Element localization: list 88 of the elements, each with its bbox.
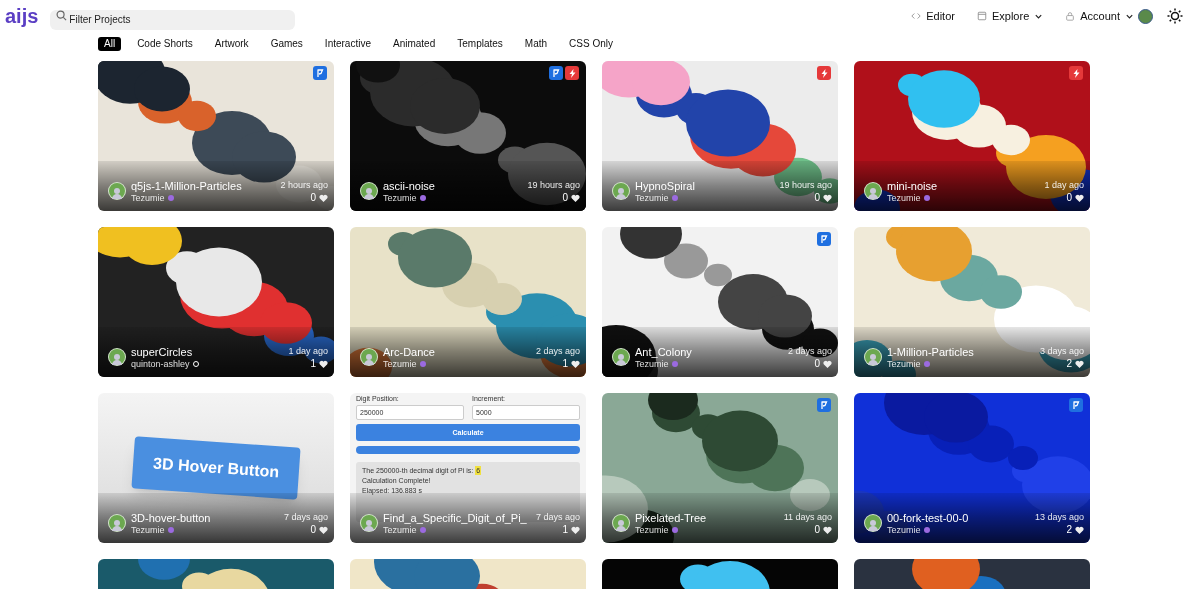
like-count: 0: [814, 358, 820, 370]
heart-icon[interactable]: [319, 194, 328, 202]
filter-tab[interactable]: Interactive: [318, 37, 377, 51]
author-name[interactable]: Tezumie: [635, 192, 669, 204]
heart-icon[interactable]: [823, 526, 832, 534]
window-icon: [976, 10, 987, 22]
like-count: 1: [310, 358, 316, 370]
hover-button-preview: 3D Hover Button: [131, 436, 301, 500]
project-card[interactable]: 00-fork-test-00-0 Tezumie 13 days ago 2: [854, 393, 1090, 543]
project-card[interactable]: mini-noise Tezumie 1 day ago 0: [854, 61, 1090, 211]
time-ago: 1 day ago: [1044, 179, 1084, 192]
filter-tab[interactable]: Artwork: [208, 37, 255, 51]
project-title[interactable]: superCircles: [131, 345, 284, 359]
project-title[interactable]: 1-Million-Particles: [887, 345, 1035, 359]
time-ago: 2 days ago: [535, 345, 580, 358]
time-ago: 1 day ago: [288, 345, 328, 358]
time-ago: 7 days ago: [535, 511, 580, 524]
like-count: 0: [1066, 192, 1072, 204]
filter-tab[interactable]: Animated: [387, 37, 442, 51]
project-title[interactable]: q5js-1-Million-Particles: [131, 179, 276, 193]
author-name[interactable]: Tezumie: [383, 524, 417, 536]
project-card[interactable]: Pixelated-Tree Tezumie 11 days ago 0: [602, 393, 838, 543]
author-name[interactable]: Tezumie: [131, 524, 165, 536]
project-card[interactable]: 3D Hover Button 3D-hover-button Tezumie 7 days ago 0: [98, 393, 334, 543]
author-name[interactable]: Tezumie: [887, 524, 921, 536]
heart-icon[interactable]: [1075, 526, 1084, 534]
heart-icon[interactable]: [1075, 194, 1084, 202]
project-card[interactable]: superCircles quinton-ashley 1 day ago 1: [98, 227, 334, 377]
filter-tab[interactable]: All: [98, 37, 122, 51]
search-icon: [56, 10, 68, 21]
like-count: 0: [814, 524, 820, 536]
project-card[interactable]: Arc-Dance Tezumie 2 days ago 1: [350, 227, 586, 377]
like-count: 0: [562, 192, 568, 204]
heart-icon[interactable]: [823, 360, 832, 368]
filter-tab[interactable]: CSS Only: [563, 37, 619, 51]
filter-tab[interactable]: Math: [518, 37, 554, 51]
project-title[interactable]: ascii-noise: [383, 179, 523, 193]
project-title[interactable]: HypnoSpiral: [635, 179, 775, 193]
nav-link[interactable]: Explore: [976, 7, 1044, 25]
nav-link[interactable]: Account: [1065, 7, 1134, 25]
time-ago: 7 days ago: [283, 511, 328, 524]
author-name[interactable]: Tezumie: [887, 192, 921, 204]
like-count: 1: [562, 358, 568, 370]
author-name[interactable]: quinton-ashley: [131, 358, 190, 370]
heart-icon[interactable]: [571, 360, 580, 368]
author-name[interactable]: Tezumie: [635, 524, 669, 536]
like-count: 1: [562, 524, 568, 536]
author-name[interactable]: Tezumie: [383, 358, 417, 370]
like-count: 0: [310, 524, 316, 536]
filter-tab[interactable]: Games: [264, 37, 309, 51]
project-card[interactable]: HypnoSpiral Tezumie 19 hours ago 0: [602, 61, 838, 211]
time-ago: 2 hours ago: [280, 179, 328, 192]
like-count: 0: [310, 192, 316, 204]
author-name[interactable]: Tezumie: [887, 358, 921, 370]
filter-tab[interactable]: Code Shorts: [131, 37, 199, 51]
time-ago: 19 hours ago: [779, 179, 832, 192]
code-icon: [911, 10, 922, 22]
author-name[interactable]: Tezumie: [635, 358, 669, 370]
project-title[interactable]: Pixelated-Tree: [635, 511, 779, 525]
search-field[interactable]: Filter Projects: [50, 9, 296, 30]
time-ago: 11 days ago: [783, 511, 832, 524]
like-count: 2: [1066, 524, 1072, 536]
sun-icon[interactable]: [1167, 8, 1183, 24]
heart-icon[interactable]: [1075, 360, 1084, 368]
author-name[interactable]: Tezumie: [131, 192, 165, 204]
project-title[interactable]: Arc-Dance: [383, 345, 531, 359]
time-ago: 3 days ago: [1039, 345, 1084, 358]
lock-icon: [1065, 10, 1076, 22]
project-card[interactable]: 1-Million-Particles Tezumie 3 days ago 2: [854, 227, 1090, 377]
project-card[interactable]: ascii-noise Tezumie 19 hours ago 0: [350, 61, 586, 211]
project-title[interactable]: mini-noise: [887, 179, 1040, 193]
heart-icon[interactable]: [571, 526, 580, 534]
heart-icon[interactable]: [319, 360, 328, 368]
heart-icon[interactable]: [571, 194, 580, 202]
project-card[interactable]: q5js-1-Million-Particles Tezumie 2 hours ago 0: [98, 61, 334, 211]
heart-icon[interactable]: [319, 526, 328, 534]
project-title[interactable]: 3D-hover-button: [131, 511, 279, 525]
heart-icon[interactable]: [823, 194, 832, 202]
project-title[interactable]: 00-fork-test-00-0: [887, 511, 1030, 525]
project-title[interactable]: Find_a_Specific_Digit_of_Pi_: [383, 511, 531, 525]
time-ago: 13 days ago: [1034, 511, 1084, 524]
time-ago: 19 hours ago: [527, 179, 580, 192]
like-count: 0: [814, 192, 820, 204]
logo[interactable]: aijs: [5, 1, 39, 31]
filter-tab[interactable]: Templates: [451, 37, 509, 51]
nav-link[interactable]: Editor: [911, 7, 955, 25]
author-name[interactable]: Tezumie: [383, 192, 417, 204]
like-count: 2: [1066, 358, 1072, 370]
